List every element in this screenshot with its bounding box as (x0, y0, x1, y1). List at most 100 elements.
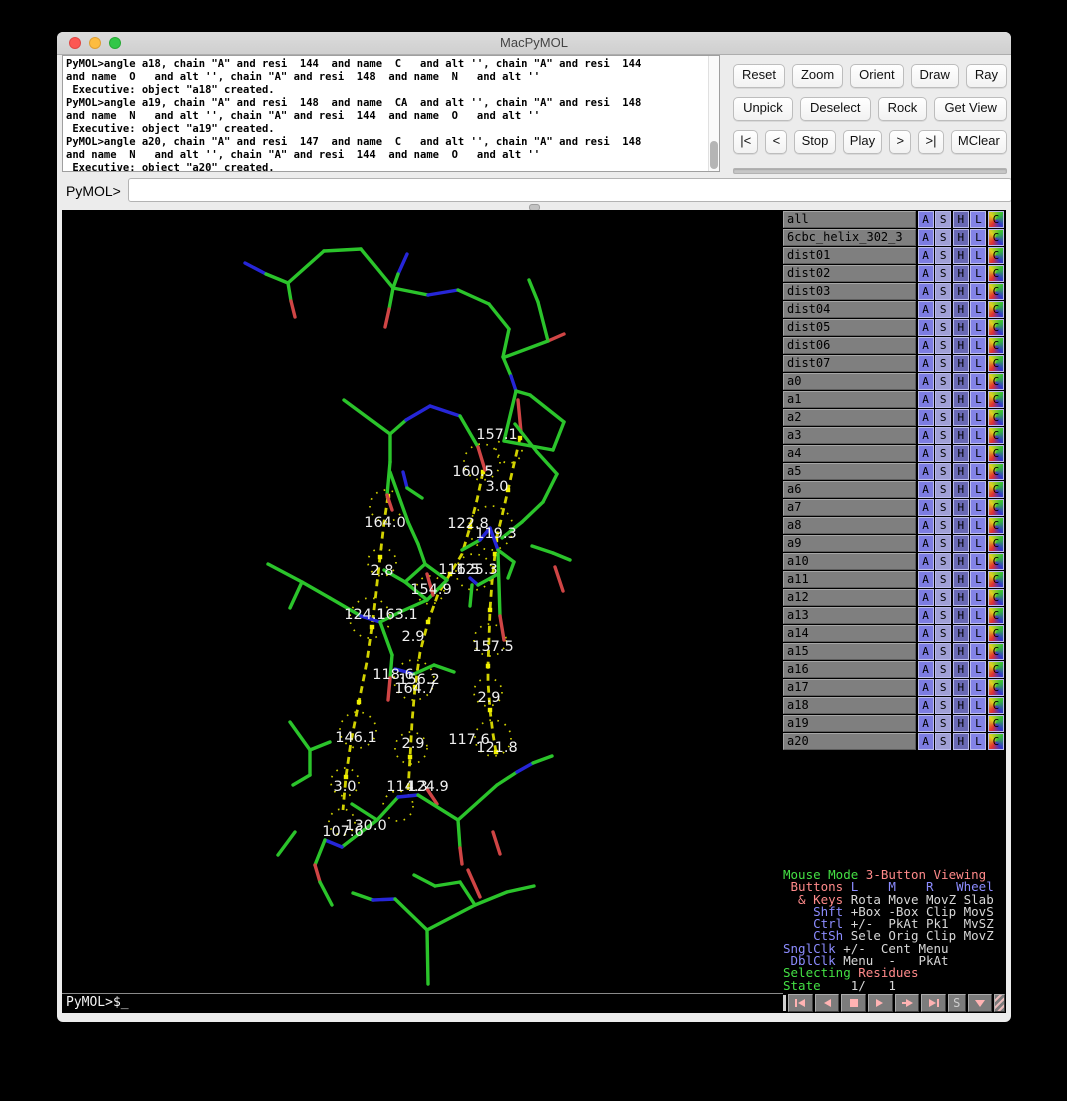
object-a1-c-menu-button[interactable]: C (988, 391, 1004, 408)
object-a18-a-menu-button[interactable]: A (918, 697, 934, 714)
object-dist05-a-menu-button[interactable]: A (918, 319, 934, 336)
object-dist03-s-menu-button[interactable]: S (935, 283, 951, 300)
object-all-l-menu-button[interactable]: L (970, 211, 986, 228)
object-6cbc_helix_302_3-h-menu-button[interactable]: H (953, 229, 969, 246)
object-name-dist02[interactable]: dist02 (783, 265, 916, 282)
object-a11-c-menu-button[interactable]: C (988, 571, 1004, 588)
object-name-a16[interactable]: a16 (783, 661, 916, 678)
object-name-dist01[interactable]: dist01 (783, 247, 916, 264)
object-a2-h-menu-button[interactable]: H (953, 409, 969, 426)
object-a16-h-menu-button[interactable]: H (953, 661, 969, 678)
object-name-a0[interactable]: a0 (783, 373, 916, 390)
object-dist01-l-menu-button[interactable]: L (970, 247, 986, 264)
object-a3-a-menu-button[interactable]: A (918, 427, 934, 444)
object-a13-l-menu-button[interactable]: L (970, 607, 986, 624)
object-a19-h-menu-button[interactable]: H (953, 715, 969, 732)
object-a10-h-menu-button[interactable]: H (953, 553, 969, 570)
object-name-a15[interactable]: a15 (783, 643, 916, 660)
resize-grip[interactable] (994, 994, 1005, 1012)
object-name-dist03[interactable]: dist03 (783, 283, 916, 300)
object-a19-a-menu-button[interactable]: A (918, 715, 934, 732)
object-a18-h-menu-button[interactable]: H (953, 697, 969, 714)
object-name-a2[interactable]: a2 (783, 409, 916, 426)
object-a15-s-menu-button[interactable]: S (935, 643, 951, 660)
movie-button-[interactable]: > (889, 130, 911, 154)
object-a17-h-menu-button[interactable]: H (953, 679, 969, 696)
command-input[interactable] (128, 178, 1011, 202)
stop-button[interactable] (841, 994, 866, 1012)
object-a15-a-menu-button[interactable]: A (918, 643, 934, 660)
object-a17-s-menu-button[interactable]: S (935, 679, 951, 696)
object-a7-a-menu-button[interactable]: A (918, 499, 934, 516)
object-a11-a-menu-button[interactable]: A (918, 571, 934, 588)
object-name-a6[interactable]: a6 (783, 481, 916, 498)
object-a3-c-menu-button[interactable]: C (988, 427, 1004, 444)
object-a17-c-menu-button[interactable]: C (988, 679, 1004, 696)
object-dist03-c-menu-button[interactable]: C (988, 283, 1004, 300)
object-a3-l-menu-button[interactable]: L (970, 427, 986, 444)
object-dist06-s-menu-button[interactable]: S (935, 337, 951, 354)
button-deselect[interactable]: Deselect (800, 97, 871, 121)
button-orient[interactable]: Orient (850, 64, 903, 88)
pane-divider[interactable] (57, 203, 1011, 210)
object-a9-a-menu-button[interactable]: A (918, 535, 934, 552)
object-name-a3[interactable]: a3 (783, 427, 916, 444)
object-dist03-l-menu-button[interactable]: L (970, 283, 986, 300)
movie-frame-slider[interactable] (733, 168, 1007, 174)
object-name-a5[interactable]: a5 (783, 463, 916, 480)
movie-button-play[interactable]: Play (843, 130, 883, 154)
object-a1-s-menu-button[interactable]: S (935, 391, 951, 408)
dropdown-button[interactable] (968, 994, 993, 1012)
button-reset[interactable]: Reset (733, 64, 785, 88)
object-a16-a-menu-button[interactable]: A (918, 661, 934, 678)
object-a8-c-menu-button[interactable]: C (988, 517, 1004, 534)
object-dist07-c-menu-button[interactable]: C (988, 355, 1004, 372)
movie-button-stop[interactable]: Stop (794, 130, 835, 154)
object-name-a17[interactable]: a17 (783, 679, 916, 696)
object-a8-h-menu-button[interactable]: H (953, 517, 969, 534)
object-a12-c-menu-button[interactable]: C (988, 589, 1004, 606)
s-button[interactable]: S (948, 994, 966, 1012)
button-get-view[interactable]: Get View (934, 97, 1007, 121)
object-a6-h-menu-button[interactable]: H (953, 481, 969, 498)
object-a20-a-menu-button[interactable]: A (918, 733, 934, 750)
object-a11-h-menu-button[interactable]: H (953, 571, 969, 588)
object-a3-h-menu-button[interactable]: H (953, 427, 969, 444)
console-scrollbar[interactable] (708, 56, 719, 171)
object-a15-l-menu-button[interactable]: L (970, 643, 986, 660)
object-dist04-l-menu-button[interactable]: L (970, 301, 986, 318)
object-a5-s-menu-button[interactable]: S (935, 463, 951, 480)
object-dist06-c-menu-button[interactable]: C (988, 337, 1004, 354)
object-dist05-l-menu-button[interactable]: L (970, 319, 986, 336)
object-dist02-a-menu-button[interactable]: A (918, 265, 934, 282)
step-forward-button[interactable] (895, 994, 920, 1012)
object-a14-l-menu-button[interactable]: L (970, 625, 986, 642)
object-dist02-s-menu-button[interactable]: S (935, 265, 951, 282)
object-a9-s-menu-button[interactable]: S (935, 535, 951, 552)
object-a9-h-menu-button[interactable]: H (953, 535, 969, 552)
object-a6-a-menu-button[interactable]: A (918, 481, 934, 498)
button-unpick[interactable]: Unpick (733, 97, 793, 121)
object-a20-c-menu-button[interactable]: C (988, 733, 1004, 750)
object-a19-l-menu-button[interactable]: L (970, 715, 986, 732)
object-a15-c-menu-button[interactable]: C (988, 643, 1004, 660)
object-name-6cbc_helix_302_3[interactable]: 6cbc_helix_302_3 (783, 229, 916, 246)
skip-end-button[interactable] (921, 994, 946, 1012)
object-a18-l-menu-button[interactable]: L (970, 697, 986, 714)
object-6cbc_helix_302_3-s-menu-button[interactable]: S (935, 229, 951, 246)
object-name-dist04[interactable]: dist04 (783, 301, 916, 318)
object-a5-h-menu-button[interactable]: H (953, 463, 969, 480)
object-dist01-s-menu-button[interactable]: S (935, 247, 951, 264)
object-name-a10[interactable]: a10 (783, 553, 916, 570)
object-name-dist07[interactable]: dist07 (783, 355, 916, 372)
object-name-a18[interactable]: a18 (783, 697, 916, 714)
molecule-viewport[interactable]: 157.1160.53.0164.0122.8119.32.8116.5125.… (62, 210, 783, 993)
object-a8-s-menu-button[interactable]: S (935, 517, 951, 534)
object-dist05-s-menu-button[interactable]: S (935, 319, 951, 336)
object-a2-l-menu-button[interactable]: L (970, 409, 986, 426)
object-a13-a-menu-button[interactable]: A (918, 607, 934, 624)
object-all-c-menu-button[interactable]: C (988, 211, 1004, 228)
object-a18-s-menu-button[interactable]: S (935, 697, 951, 714)
movie-button-[interactable]: < (765, 130, 787, 154)
object-a4-h-menu-button[interactable]: H (953, 445, 969, 462)
